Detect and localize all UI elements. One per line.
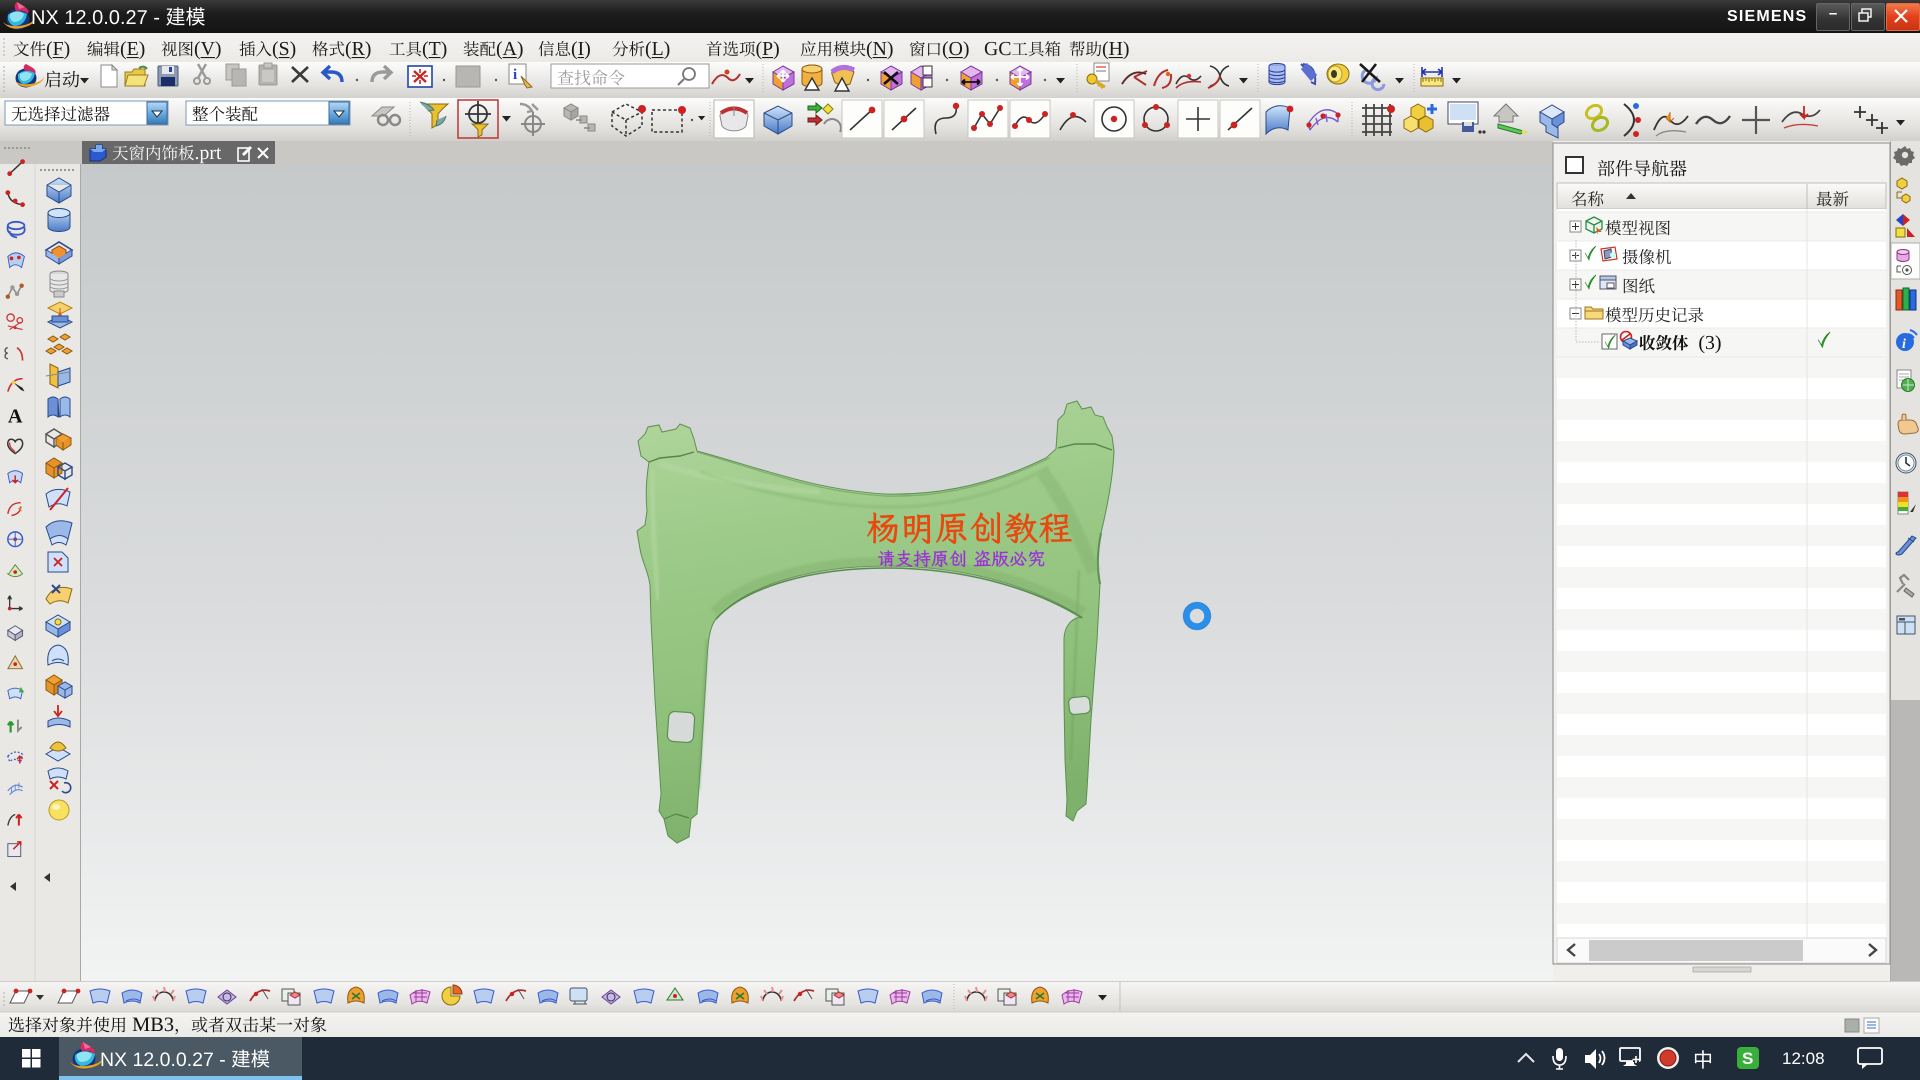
svg-text:i: i [513,67,517,83]
svg-text:S: S [1742,1049,1753,1068]
svg-text:12:08: 12:08 [1782,1049,1825,1068]
svg-text:A: A [8,406,23,428]
svg-text:i: i [1902,337,1906,352]
